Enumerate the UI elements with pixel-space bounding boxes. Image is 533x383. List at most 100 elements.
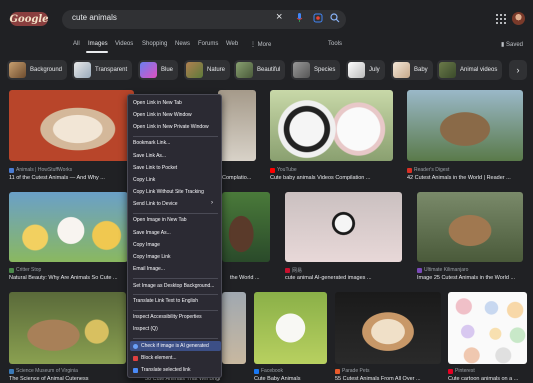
chip-beautiful[interactable]: Beautiful xyxy=(234,60,286,80)
chip-animal-videos[interactable]: Animal videos xyxy=(437,60,503,80)
search-icon[interactable] xyxy=(330,13,340,26)
menu-copy-image[interactable]: Copy Image xyxy=(133,242,160,248)
chip-blue[interactable]: Blue xyxy=(138,60,179,80)
lens-icon[interactable] xyxy=(313,13,323,26)
menu-inspect[interactable]: Inspect (Q) xyxy=(133,326,158,332)
result-source[interactable]: Parade Pets xyxy=(335,368,370,374)
result-image-panda-bunny[interactable] xyxy=(270,90,393,161)
result-image-cartoon-animals[interactable] xyxy=(448,292,527,364)
chip-baby[interactable]: Baby xyxy=(391,60,433,80)
result-image-guinea-pig[interactable] xyxy=(222,192,270,262)
result-image-alpaca[interactable] xyxy=(254,292,327,364)
result-title[interactable]: Natural Beauty: Why Are Animals So Cute … xyxy=(9,275,129,281)
chips-next-button[interactable]: › xyxy=(509,60,527,80)
search-input[interactable]: cute animals xyxy=(72,13,117,22)
tab-videos[interactable]: Videos xyxy=(115,41,133,47)
menu-separator xyxy=(133,338,218,339)
tab-news[interactable]: News xyxy=(175,41,190,47)
menu-email-image[interactable]: Email Image... xyxy=(133,266,165,272)
result-image-bunny-chick[interactable] xyxy=(9,292,126,364)
tab-more[interactable]: ⋮ More xyxy=(250,41,271,48)
menu-copy-image-link[interactable]: Copy Image Link xyxy=(133,254,171,260)
facebook-icon xyxy=(254,368,259,374)
result-title[interactable]: cute animal AI-generated images ... xyxy=(285,275,402,281)
result-source[interactable]: YouTube xyxy=(270,167,297,173)
menu-translate-link-text[interactable]: Translate Link Text to English xyxy=(133,298,198,304)
result-source[interactable]: Facebook xyxy=(254,368,283,374)
menu-bookmark-link[interactable]: Bookmark Link... xyxy=(133,140,170,146)
tab-all[interactable]: All xyxy=(73,41,80,47)
chip-july[interactable]: July xyxy=(346,60,385,80)
result-title[interactable]: the World ... xyxy=(230,275,270,281)
result-image-quokka[interactable] xyxy=(407,90,523,161)
microphone-icon[interactable] xyxy=(296,13,303,26)
result-source[interactable]: Animals | HowStuffWorks xyxy=(9,167,72,173)
source-label: YouTube xyxy=(277,167,297,173)
chip-species[interactable]: Species xyxy=(291,60,341,80)
result-title[interactable]: The Science of Animal Cuteness xyxy=(9,376,127,382)
menu-set-desktop-background[interactable]: Set Image as Desktop Background... xyxy=(133,283,214,289)
chip-label: Animal videos xyxy=(460,67,498,73)
result-title[interactable]: 42 Cutest Animals in the World | Reader … xyxy=(407,175,527,181)
result-source[interactable]: Pinterest xyxy=(448,368,475,374)
source-label: Animals | HowStuffWorks xyxy=(16,167,73,173)
favicon xyxy=(9,167,14,173)
menu-separator xyxy=(133,136,218,137)
result-title[interactable]: 55 Cutest Animals From All Over ... xyxy=(335,376,440,382)
chip-transparent[interactable]: Transparent xyxy=(72,60,133,80)
google-logo[interactable]: Google xyxy=(9,12,49,26)
apps-grid-icon[interactable] xyxy=(496,14,506,24)
chip-label: July xyxy=(369,67,380,73)
menu-save-image-as[interactable]: Save Image As... xyxy=(133,230,171,236)
tools-button[interactable]: Tools xyxy=(328,41,342,47)
result-image-koala[interactable] xyxy=(218,90,256,161)
result-source[interactable]: Critter Stop xyxy=(9,267,41,273)
result-title[interactable]: Cute cartoon animals on a ... xyxy=(448,376,530,382)
result-title[interactable]: Image 25 Cutest Animals in the World ... xyxy=(417,275,527,281)
menu-open-image-new-tab[interactable]: Open Image in New Tab xyxy=(133,217,187,223)
menu-open-link-new-tab[interactable]: Open Link in New Tab xyxy=(133,100,182,106)
active-tab-indicator xyxy=(86,51,108,53)
clear-icon[interactable]: × xyxy=(276,11,282,23)
result-source[interactable]: Science Museum of Virginia xyxy=(9,368,78,374)
source-label: Ultimate Kilimanjaro xyxy=(424,267,469,273)
menu-check-ai-generated[interactable]: Check if image is AI generated xyxy=(133,343,209,349)
result-title[interactable]: Cute Baby Animals xyxy=(254,376,327,382)
result-source[interactable]: 网易 xyxy=(285,267,302,274)
menu-inspect-accessibility[interactable]: Inspect Accessibility Properties xyxy=(133,314,202,320)
menu-block-element[interactable]: Block element... xyxy=(133,355,177,361)
menu-save-link-to-pocket[interactable]: Save Link to Pocket xyxy=(133,165,177,171)
tab-forums[interactable]: Forums xyxy=(198,41,218,47)
context-menu: Open Link in New Tab Open Link in New Wi… xyxy=(127,94,222,378)
result-image-baby-panda[interactable] xyxy=(285,192,402,262)
chip-background[interactable]: Background xyxy=(7,60,68,80)
chip-label: Blue xyxy=(161,67,174,73)
result-title[interactable]: Complatio... xyxy=(222,175,258,181)
menu-open-link-new-window[interactable]: Open Link in New Window xyxy=(133,112,192,118)
result-title[interactable]: Cute baby animals Videos Compilation ... xyxy=(270,175,394,181)
tab-shopping[interactable]: Shopping xyxy=(142,41,167,47)
youtube-icon xyxy=(270,167,275,173)
search-box[interactable]: cute animals × xyxy=(62,10,346,29)
result-image-chicks-bunny[interactable] xyxy=(9,192,128,262)
result-source[interactable]: Reader's Digest xyxy=(407,167,449,173)
menu-open-link-private-window[interactable]: Open Link in New Private Window xyxy=(133,124,209,130)
tab-web[interactable]: Web xyxy=(226,41,238,47)
ai-check-icon xyxy=(133,343,138,349)
result-image-fennec-fox[interactable] xyxy=(9,90,134,161)
tab-images[interactable]: Images xyxy=(88,41,108,47)
result-image-partial[interactable] xyxy=(222,292,246,364)
menu-save-link-as[interactable]: Save Link As... xyxy=(133,153,166,159)
result-image-fennec-fox-2[interactable] xyxy=(335,292,441,364)
menu-send-link-to-device[interactable]: Send Link to Device xyxy=(133,201,177,207)
result-source[interactable]: Ultimate Kilimanjaro xyxy=(417,267,468,273)
saved-button[interactable]: ▮ Saved xyxy=(501,41,523,48)
menu-copy-link-without-tracking[interactable]: Copy Link Without Site Tracking xyxy=(133,189,204,195)
result-image-quokka-2[interactable] xyxy=(417,192,523,262)
avatar[interactable] xyxy=(512,12,525,25)
result-title[interactable]: 11 of the Cutest Animals — And Why ... xyxy=(9,175,131,181)
chip-nature[interactable]: Nature xyxy=(184,60,231,80)
chip-label: Background xyxy=(30,67,63,73)
menu-copy-link[interactable]: Copy Link xyxy=(133,177,155,183)
menu-translate-selected-link[interactable]: Translate selected link xyxy=(133,367,191,373)
